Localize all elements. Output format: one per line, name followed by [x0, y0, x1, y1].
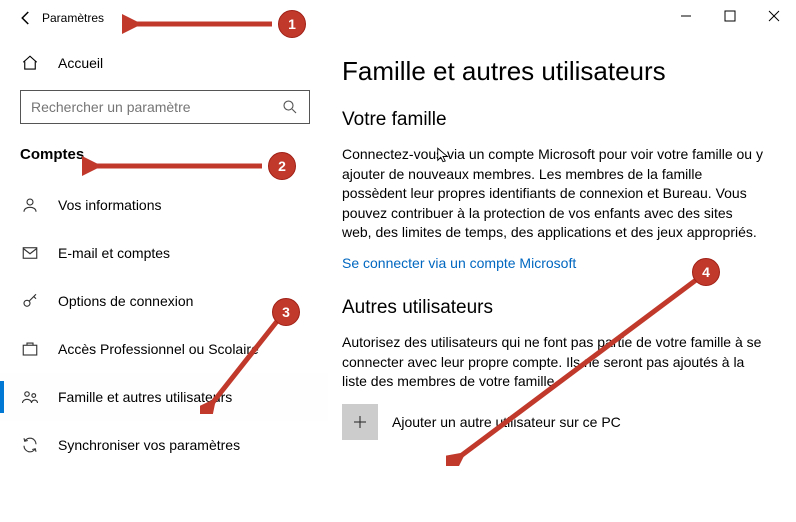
sidebar-item-label: E-mail et comptes	[58, 245, 170, 261]
plus-icon	[342, 404, 378, 440]
add-user-button[interactable]: Ajouter un autre utilisateur sur ce PC	[342, 404, 766, 440]
close-button[interactable]	[752, 0, 796, 32]
add-user-label: Ajouter un autre utilisateur sur ce PC	[392, 414, 621, 430]
minimize-button[interactable]	[664, 0, 708, 32]
person-icon	[20, 196, 40, 214]
sidebar-item-label: Accès Professionnel ou Scolaire	[58, 341, 259, 357]
maximize-button[interactable]	[708, 0, 752, 32]
annotation-badge-2: 2	[268, 152, 296, 180]
sidebar-item-home[interactable]: Accueil	[20, 44, 310, 82]
annotation-badge-1: 1	[278, 10, 306, 38]
sidebar-item-label: Famille et autres utilisateurs	[58, 389, 232, 405]
search-icon	[281, 98, 299, 116]
family-heading: Votre famille	[342, 109, 766, 131]
sidebar: Accueil Comptes Vos informations E-mail …	[0, 36, 328, 522]
content-pane: Famille et autres utilisateurs Votre fam…	[328, 36, 796, 522]
annotation-badge-3: 3	[272, 298, 300, 326]
others-body: Autorisez des utilisateurs qui ne font p…	[342, 333, 766, 392]
search-input[interactable]	[31, 99, 281, 115]
maximize-icon	[724, 10, 736, 22]
sidebar-home-label: Accueil	[58, 55, 103, 71]
sidebar-nav: Vos informations E-mail et comptes Optio…	[0, 181, 328, 469]
search-field[interactable]	[20, 90, 310, 124]
family-signin-link[interactable]: Se connecter via un compte Microsoft	[342, 255, 576, 271]
annotation-badge-4: 4	[692, 258, 720, 286]
window-title: Paramètres	[42, 11, 104, 25]
family-body: Connectez-vous via un compte Microsoft p…	[342, 145, 766, 243]
sidebar-section-title: Comptes	[20, 142, 310, 181]
sidebar-item-family[interactable]: Famille et autres utilisateurs	[0, 373, 328, 421]
key-icon	[20, 292, 40, 310]
back-button[interactable]	[10, 9, 42, 27]
sidebar-item-work[interactable]: Accès Professionnel ou Scolaire	[0, 325, 328, 373]
sidebar-item-label: Options de connexion	[58, 293, 193, 309]
others-heading: Autres utilisateurs	[342, 297, 766, 319]
window-controls	[664, 0, 796, 32]
home-icon	[20, 54, 40, 72]
people-icon	[20, 388, 40, 406]
minimize-icon	[680, 10, 692, 22]
sidebar-item-sync[interactable]: Synchroniser vos paramètres	[0, 421, 328, 469]
mail-icon	[20, 244, 40, 262]
sidebar-item-email[interactable]: E-mail et comptes	[0, 229, 328, 277]
briefcase-icon	[20, 340, 40, 358]
sidebar-item-label: Synchroniser vos paramètres	[58, 437, 240, 453]
sidebar-item-label: Vos informations	[58, 197, 162, 213]
close-icon	[768, 10, 780, 22]
page-title: Famille et autres utilisateurs	[342, 56, 766, 87]
sidebar-item-info[interactable]: Vos informations	[0, 181, 328, 229]
sync-icon	[20, 436, 40, 454]
back-arrow-icon	[17, 9, 35, 27]
